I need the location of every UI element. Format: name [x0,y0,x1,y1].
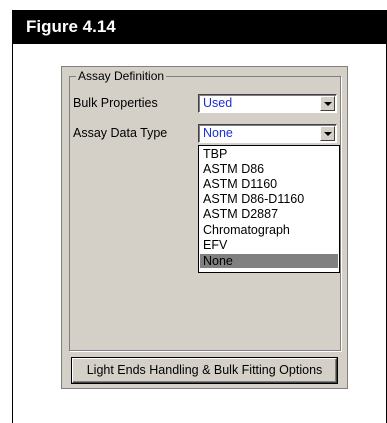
assay-data-type-dropdown[interactable]: None [198,124,337,143]
bulk-properties-value: Used [203,96,233,110]
chevron-down-icon[interactable] [320,96,335,111]
bulk-properties-label: Bulk Properties [73,96,158,110]
dropdown-option[interactable]: EFV [200,238,338,252]
assay-data-type-options-list: TBP ASTM D86 ASTM D1160 ASTM D86-D1160 A… [198,145,340,273]
group-legend: Assay Definition [76,69,167,83]
dropdown-option[interactable]: TBP [200,147,338,161]
dropdown-option[interactable]: ASTM D86-D1160 [200,192,338,206]
dropdown-option[interactable]: Chromatograph [200,223,338,237]
dropdown-option-selected[interactable]: None [200,254,338,268]
dropdown-option[interactable]: ASTM D1160 [200,177,338,191]
dropdown-option[interactable]: ASTM D86 [200,162,338,176]
dropdown-option[interactable]: ASTM D2887 [200,207,338,221]
chevron-down-icon[interactable] [320,126,335,141]
assay-data-type-value: None [203,126,233,140]
assay-data-type-label: Assay Data Type [73,126,168,140]
bulk-properties-dropdown[interactable]: Used [198,94,337,113]
figure-title: Figure 4.14 [12,10,387,44]
light-ends-bulk-fitting-button[interactable]: Light Ends Handling & Bulk Fitting Optio… [72,358,337,383]
